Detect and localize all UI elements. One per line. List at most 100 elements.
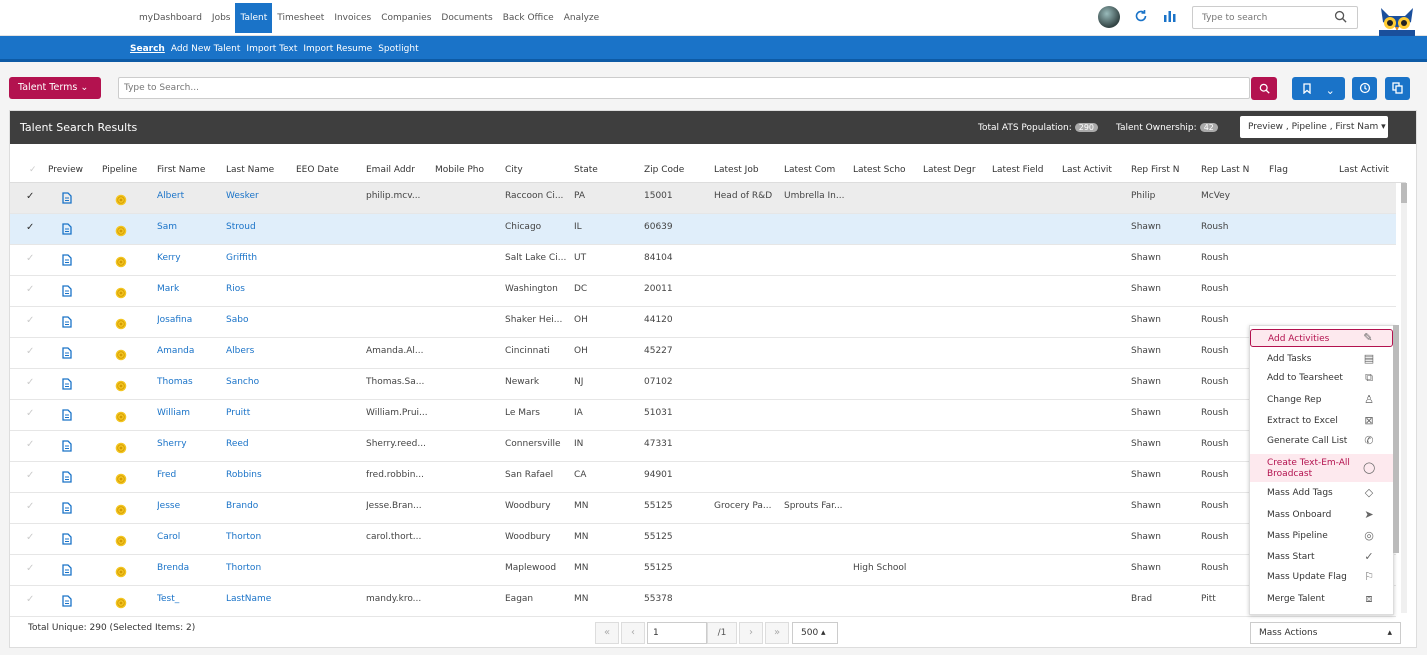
prev-page-button[interactable]: ‹ xyxy=(621,622,645,644)
preview-document-icon[interactable] xyxy=(62,223,72,235)
table-row[interactable]: ✓ Thomas Sancho Thomas.Sa... Newark NJ 07102 Sh… xyxy=(10,369,1396,400)
mass-action-mass-add-tags[interactable]: Mass Add Tags ◇ xyxy=(1250,484,1393,502)
table-row[interactable]: ✓ Brenda Thorton Maplewood MN 55125 High Schoo… xyxy=(10,555,1396,586)
first-name-cell[interactable]: Amanda xyxy=(157,338,223,369)
last-name-cell[interactable]: Thorton xyxy=(226,524,292,555)
owl-avatar[interactable] xyxy=(1375,2,1419,36)
column-header-flag[interactable]: Flag xyxy=(1269,157,1335,183)
table-row[interactable]: ✓ Josafina Sabo Shaker Hei... OH 44120 Shawn Ro… xyxy=(10,307,1396,338)
last-name-cell[interactable]: Stroud xyxy=(226,214,292,245)
column-header-last-name[interactable]: Last Name xyxy=(226,157,292,183)
globe-icon[interactable] xyxy=(1098,6,1120,28)
row-checkbox[interactable]: ✓ xyxy=(26,594,34,605)
mass-action-add-to-tearsheet[interactable]: Add to Tearsheet ⧉ xyxy=(1250,369,1393,387)
last-name-cell[interactable]: Brando xyxy=(226,493,292,524)
first-name-cell[interactable]: Jesse xyxy=(157,493,223,524)
column-header-rep-first-name[interactable]: Rep First N xyxy=(1131,157,1197,183)
pipeline-target-icon[interactable] xyxy=(115,535,127,547)
mass-action-create-text-em-all-broadcast[interactable]: Create Text-Em-All Broadcast ◯ xyxy=(1250,454,1393,482)
column-header-latest-degree[interactable]: Latest Degr xyxy=(923,157,988,183)
table-scrollbar-thumb[interactable] xyxy=(1401,183,1407,203)
preview-document-icon[interactable] xyxy=(62,471,72,483)
talent-terms-button[interactable]: Talent Terms ⌄ xyxy=(9,77,101,99)
first-name-cell[interactable]: Sam xyxy=(157,214,223,245)
row-checkbox[interactable]: ✓ xyxy=(26,470,34,481)
column-header-email[interactable]: Email Addr xyxy=(366,157,431,183)
column-header-preview[interactable]: Preview xyxy=(48,157,98,183)
pipeline-target-icon[interactable] xyxy=(115,597,127,609)
subnav-add-new-talent[interactable]: Add New Talent xyxy=(171,44,241,54)
global-search[interactable] xyxy=(1192,6,1358,29)
tab-mydashboard[interactable]: myDashboard xyxy=(134,3,207,33)
pipeline-target-icon[interactable] xyxy=(115,442,127,454)
row-checkbox[interactable]: ✓ xyxy=(26,408,34,419)
column-header-latest-job[interactable]: Latest Job xyxy=(714,157,780,183)
preview-document-icon[interactable] xyxy=(62,347,72,359)
preview-document-icon[interactable] xyxy=(62,378,72,390)
subnav-search[interactable]: Search xyxy=(130,44,165,54)
pipeline-target-icon[interactable] xyxy=(115,504,127,516)
analytics-icon[interactable] xyxy=(1163,9,1177,28)
table-row[interactable]: ✓ Mark Rios Washington DC 20011 Shawn Roush xyxy=(10,276,1396,307)
preview-document-icon[interactable] xyxy=(62,192,72,204)
mass-actions-button[interactable]: Mass Actions ▴ xyxy=(1250,622,1401,644)
column-header-city[interactable]: City xyxy=(505,157,570,183)
row-checkbox[interactable]: ✓ xyxy=(26,346,34,357)
talent-search-box[interactable] xyxy=(118,77,1250,99)
row-checkbox[interactable]: ✓ xyxy=(26,501,34,512)
page-number-input[interactable] xyxy=(648,623,704,643)
table-row[interactable]: ✓ Amanda Albers Amanda.Al... Cincinnati OH 452… xyxy=(10,338,1396,369)
preview-document-icon[interactable] xyxy=(62,595,72,607)
tab-analyze[interactable]: Analyze xyxy=(559,3,604,33)
table-row[interactable]: ✓ Jesse Brando Jesse.Bran... Woodbury MN 55125… xyxy=(10,493,1396,524)
last-name-cell[interactable]: Rios xyxy=(226,276,292,307)
global-search-input[interactable] xyxy=(1193,7,1333,28)
column-header-first-name[interactable]: First Name xyxy=(157,157,222,183)
preview-document-icon[interactable] xyxy=(62,502,72,514)
mass-action-generate-call-list[interactable]: Generate Call List ✆ xyxy=(1250,432,1393,450)
last-name-cell[interactable]: Wesker xyxy=(226,183,292,214)
row-checkbox[interactable]: ✓ xyxy=(26,439,34,450)
mass-action-mass-onboard[interactable]: Mass Onboard ➤ xyxy=(1250,506,1393,524)
first-name-cell[interactable]: Brenda xyxy=(157,555,223,586)
pipeline-target-icon[interactable] xyxy=(115,380,127,392)
pipeline-target-icon[interactable] xyxy=(115,256,127,268)
row-checkbox[interactable]: ✓ xyxy=(26,191,34,202)
mass-action-extract-to-excel[interactable]: Extract to Excel ⊠ xyxy=(1250,412,1393,430)
pipeline-target-icon[interactable] xyxy=(115,473,127,485)
row-checkbox[interactable]: ✓ xyxy=(26,284,34,295)
select-all-checkbox[interactable]: ✓ xyxy=(29,157,37,183)
pipeline-target-icon[interactable] xyxy=(115,194,127,206)
table-row[interactable]: ✓ Kerry Griffith Salt Lake Ci... UT 84104 Shaw… xyxy=(10,245,1396,276)
search-icon[interactable] xyxy=(1334,10,1347,23)
column-header-latest-company[interactable]: Latest Com xyxy=(784,157,849,183)
first-name-cell[interactable]: Carol xyxy=(157,524,223,555)
subnav-spotlight[interactable]: Spotlight xyxy=(378,44,418,54)
table-row[interactable]: ✓ Albert Wesker philip.mcv... Raccoon Ci... P… xyxy=(10,183,1396,214)
first-name-cell[interactable]: Albert xyxy=(157,183,223,214)
pipeline-target-icon[interactable] xyxy=(115,318,127,330)
mass-action-mass-pipeline[interactable]: Mass Pipeline ◎ xyxy=(1250,527,1393,545)
preview-document-icon[interactable] xyxy=(62,533,72,545)
mass-action-change-rep[interactable]: Change Rep ♙ xyxy=(1250,391,1393,409)
page-input-wrapper[interactable] xyxy=(647,622,707,644)
column-header-latest-school[interactable]: Latest Scho xyxy=(853,157,919,183)
last-page-button[interactable]: » xyxy=(765,622,789,644)
refresh-icon[interactable] xyxy=(1134,9,1148,28)
row-checkbox[interactable]: ✓ xyxy=(26,532,34,543)
first-name-cell[interactable]: Kerry xyxy=(157,245,223,276)
table-scrollbar[interactable] xyxy=(1401,183,1407,613)
search-button[interactable] xyxy=(1251,77,1277,100)
table-row[interactable]: ✓ Sherry Reed Sherry.reed... Connersville IN 4… xyxy=(10,431,1396,462)
subnav-import-resume[interactable]: Import Resume xyxy=(303,44,372,54)
history-button[interactable] xyxy=(1352,77,1377,100)
preview-document-icon[interactable] xyxy=(62,409,72,421)
first-name-cell[interactable]: Sherry xyxy=(157,431,223,462)
column-header-pipeline[interactable]: Pipeline xyxy=(102,157,153,183)
first-name-cell[interactable]: Thomas xyxy=(157,369,223,400)
tab-invoices[interactable]: Invoices xyxy=(329,3,376,33)
column-header-state[interactable]: State xyxy=(574,157,640,183)
last-name-cell[interactable]: LastName xyxy=(226,586,292,617)
column-header-zip-code[interactable]: Zip Code xyxy=(644,157,710,183)
last-name-cell[interactable]: Griffith xyxy=(226,245,292,276)
